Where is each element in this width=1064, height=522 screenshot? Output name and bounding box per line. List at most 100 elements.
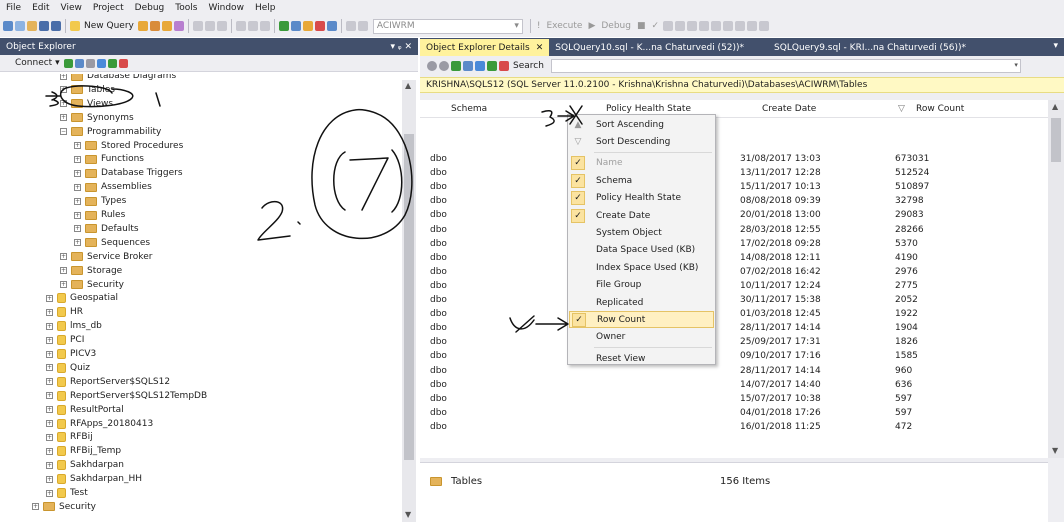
results-grid-icon[interactable] (675, 21, 686, 31)
intellisense-icon[interactable] (711, 21, 722, 31)
uncomment-icon[interactable] (735, 21, 746, 31)
chevron-down-icon[interactable]: ▾ (1014, 61, 1018, 69)
save-icon[interactable] (39, 21, 49, 31)
table-row[interactable]: dbo 15/11/2017 10:13 510897 (420, 180, 1048, 194)
tree-node-functions[interactable]: + Functions (74, 152, 144, 166)
column-header-schema[interactable]: Schema (451, 104, 487, 114)
expand-icon[interactable]: + (60, 253, 67, 261)
table-row[interactable]: dbo 31/08/2017 13:03 673031 (420, 152, 1048, 166)
table-row[interactable]: dbo 28/03/2018 12:55 28266 (420, 223, 1048, 237)
database-dropdown[interactable]: ACIWRM ▾ (372, 18, 523, 34)
scroll-up-icon[interactable]: ▲ (1052, 102, 1058, 111)
indent-icon[interactable] (747, 21, 758, 31)
debug-button[interactable]: Debug (601, 21, 631, 31)
table-row[interactable]: dbo 17/02/2018 09:28 5370 (420, 237, 1048, 251)
tree-node-test[interactable]: + Test (46, 486, 88, 500)
menu-item-data-space-used-kb[interactable]: Data Space Used (KB) (569, 242, 714, 259)
close-tab-icon[interactable]: ✕ (536, 43, 544, 53)
tab-2[interactable]: SQLQuery9.sql - KRI...na Chaturvedi (56)… (768, 39, 972, 56)
menu-item-schema[interactable]: ✓ Schema (569, 172, 714, 189)
table-row[interactable]: dbo 08/08/2018 09:39 32798 (420, 194, 1048, 208)
refresh-icon[interactable] (107, 58, 117, 68)
expand-icon[interactable]: + (46, 322, 53, 330)
expand-icon[interactable]: + (46, 392, 53, 400)
new-folder-icon[interactable] (463, 61, 473, 71)
expand-icon[interactable]: + (46, 461, 53, 469)
sync-icon[interactable] (451, 61, 461, 71)
tree-node-reportserver-sqls12[interactable]: + ReportServer$SQLS12 (46, 375, 170, 389)
menu-item-system-object[interactable]: System Object (569, 224, 714, 241)
execute-button[interactable]: Execute (546, 21, 582, 31)
tree-node-types[interactable]: + Types (74, 194, 126, 208)
menu-edit[interactable]: Edit (32, 3, 49, 13)
expand-icon[interactable]: + (46, 420, 53, 427)
tree-node-storage[interactable]: + Storage (60, 264, 122, 278)
expand-icon[interactable]: + (74, 169, 81, 177)
tree-node-quiz[interactable]: + Quiz (46, 361, 90, 375)
tree-node-rfbij-temp[interactable]: + RFBij_Temp (46, 444, 121, 458)
xmla-query-icon[interactable] (173, 21, 184, 31)
menu-item-policy-health-state[interactable]: ✓ Policy Health State (569, 190, 714, 207)
tree-node-reportserver-sqls12tempdb[interactable]: + ReportServer$SQLS12TempDB (46, 389, 207, 403)
menu-item-row-count[interactable]: ✓ Row Count (569, 311, 714, 329)
expand-icon[interactable]: + (60, 86, 67, 94)
tree-node-assemblies[interactable]: + Assemblies (74, 180, 152, 194)
tree-node-defaults[interactable]: + Defaults (74, 222, 139, 236)
menu-item-file-group[interactable]: File Group (569, 277, 714, 294)
expand-icon[interactable]: + (46, 308, 53, 316)
scroll-down-icon[interactable]: ▼ (405, 510, 411, 519)
column-header-policy-health-state[interactable]: Policy Health State (606, 104, 691, 114)
filter-icon[interactable] (475, 61, 485, 71)
connect-dropdown-button[interactable]: Connect ▾ (15, 58, 60, 68)
menu-debug[interactable]: Debug (135, 3, 165, 13)
collapse-icon[interactable]: − (60, 128, 67, 136)
menu-window[interactable]: Window (208, 3, 244, 13)
expand-icon[interactable]: + (46, 475, 53, 483)
expand-icon[interactable]: + (46, 406, 53, 414)
redo-icon[interactable] (247, 21, 258, 31)
start-icon[interactable] (278, 21, 289, 31)
expand-icon[interactable]: + (60, 281, 67, 288)
stop-icon[interactable] (85, 58, 95, 68)
tree-node-security[interactable]: + Security (60, 278, 124, 292)
table-row[interactable]: dbo 20/01/2018 13:00 29083 (420, 208, 1048, 222)
navigate-back-icon[interactable] (259, 21, 270, 31)
open-folder-icon[interactable] (27, 21, 37, 31)
table-row[interactable]: dbo 15/07/2017 10:38 597 (420, 392, 1048, 406)
tree-node-lms-db[interactable]: + lms_db (46, 319, 102, 333)
tab-0[interactable]: Object Explorer Details ✕ (420, 39, 550, 56)
scrollbar-thumb[interactable] (404, 134, 414, 460)
table-row[interactable]: dbo 09/10/2017 17:16 1585 (420, 349, 1048, 363)
disconnect-icon[interactable] (74, 58, 84, 68)
menu-help[interactable]: Help (255, 3, 276, 13)
search-input[interactable]: ▾ (550, 59, 1021, 73)
menu-file[interactable]: File (6, 3, 21, 13)
table-row[interactable]: dbo 25/09/2017 17:31 1826 (420, 335, 1048, 349)
tree-node-security[interactable]: + Security (32, 500, 96, 514)
tree-node-hr[interactable]: + HR (46, 305, 83, 319)
tree-node-synonyms[interactable]: + Synonyms (60, 111, 134, 125)
tree-node-sakhdarpan[interactable]: + Sakhdarpan (46, 458, 124, 472)
expand-icon[interactable]: + (46, 433, 53, 441)
tree-node-views[interactable]: + Views (60, 97, 113, 111)
mdx-query-icon[interactable] (161, 21, 172, 31)
tree-node-rfbij[interactable]: + RFBij (46, 430, 93, 444)
connect-server-icon[interactable] (63, 58, 73, 68)
tab-list-icon[interactable]: ▾ (1053, 41, 1058, 51)
add-item-icon[interactable] (15, 21, 25, 31)
results-file-icon[interactable] (687, 21, 698, 31)
table-row[interactable]: dbo 14/07/2017 14:40 636 (420, 378, 1048, 392)
new-query-icon[interactable] (70, 21, 80, 31)
scrollbar-thumb[interactable] (1051, 118, 1061, 162)
db-engine-query-icon[interactable] (137, 21, 148, 31)
table-row[interactable]: dbo 10/11/2017 12:24 2775 (420, 279, 1048, 293)
expand-icon[interactable]: + (74, 239, 81, 247)
comment-icon[interactable] (723, 21, 734, 31)
undo-icon[interactable] (235, 21, 246, 31)
tree-node-database-diagrams[interactable]: + Database Diagrams (60, 74, 176, 83)
stop-icon[interactable]: ■ (637, 21, 646, 31)
expand-icon[interactable]: + (46, 489, 53, 497)
expand-icon[interactable]: + (46, 350, 53, 358)
object-explorer-icon[interactable] (290, 21, 301, 31)
expand-icon[interactable]: + (46, 336, 53, 344)
